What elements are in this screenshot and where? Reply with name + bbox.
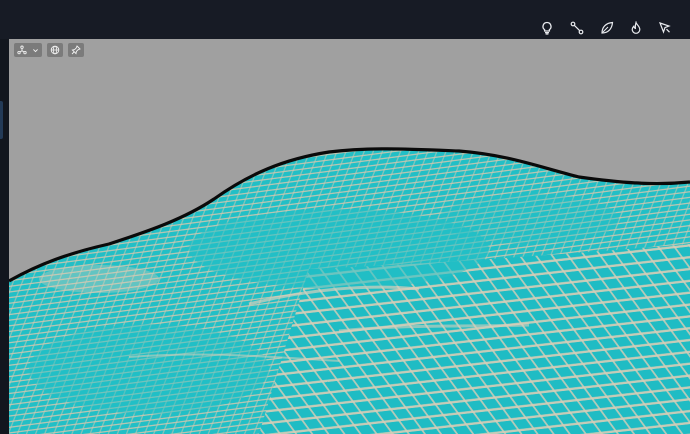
pointer-flag-icon xyxy=(658,22,671,34)
flame-icon xyxy=(631,21,641,34)
pointer-flag-tool-button[interactable] xyxy=(652,15,678,41)
pin-tool-button[interactable] xyxy=(68,43,84,57)
surface-mesh xyxy=(9,148,690,434)
top-toolbar xyxy=(0,0,690,39)
lightbulb-icon xyxy=(542,21,552,35)
terrain-surface-render xyxy=(9,147,690,434)
lightbulb-tool-button[interactable] xyxy=(534,15,560,41)
axis-gizmo-icon xyxy=(17,45,27,55)
flame-tool-button[interactable] xyxy=(623,15,649,41)
globe-icon xyxy=(50,45,60,55)
leaf-tool-button[interactable] xyxy=(594,15,620,41)
leaf-icon xyxy=(601,21,614,34)
side-panel-tab[interactable] xyxy=(0,101,3,139)
viewport-toolbar xyxy=(14,43,84,57)
axis-gizmo-dropdown[interactable] xyxy=(14,43,42,57)
3d-viewport[interactable] xyxy=(9,39,690,434)
chevron-down-icon xyxy=(33,48,38,52)
node-link-icon xyxy=(570,21,584,35)
left-side-panel-edge xyxy=(0,39,9,434)
node-link-tool-button[interactable] xyxy=(564,15,590,41)
globe-view-button[interactable] xyxy=(47,43,63,57)
pin-icon xyxy=(71,45,81,55)
